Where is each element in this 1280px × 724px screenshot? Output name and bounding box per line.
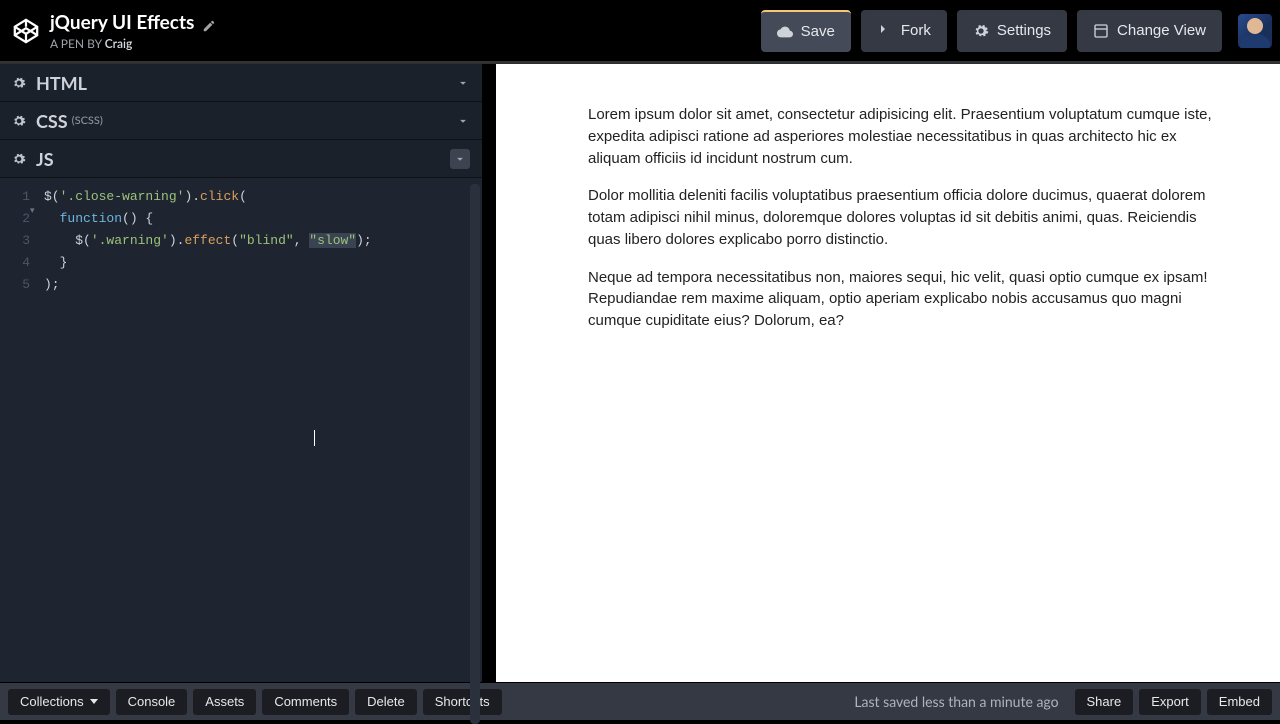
user-avatar[interactable] [1238, 14, 1272, 48]
gear-icon [973, 23, 989, 39]
code-content[interactable]: $('.close-warning').click( ▾function() {… [38, 178, 372, 682]
panel-resizer[interactable] [482, 64, 496, 682]
chevron-down-icon[interactable] [456, 114, 470, 128]
preview-pane[interactable]: Lorem ipsum dolor sit amet, consectetur … [496, 64, 1280, 682]
pen-byline: A PEN BY Craig [50, 36, 216, 51]
editor-scrollbar[interactable] [470, 184, 480, 724]
css-preprocessor-label: (SCSS) [72, 114, 103, 127]
fork-icon [877, 23, 893, 39]
delete-button[interactable]: Delete [355, 689, 417, 715]
dropdown-icon [90, 699, 98, 704]
change-view-button[interactable]: Change View [1077, 10, 1222, 52]
collections-button[interactable]: Collections [8, 689, 110, 715]
pen-title[interactable]: jQuery UI Effects [50, 11, 194, 34]
gear-icon[interactable] [12, 114, 26, 128]
edit-title-icon[interactable] [202, 15, 216, 29]
html-panel-label: HTML [36, 72, 87, 94]
js-editor[interactable]: 1 2 3 4 5 $('.close-warning').click( ▾fu… [0, 178, 482, 682]
layout-icon [1093, 23, 1109, 39]
comments-button[interactable]: Comments [262, 689, 349, 715]
line-gutter: 1 2 3 4 5 [0, 178, 38, 682]
css-panel-label: CSS [36, 110, 68, 132]
export-button[interactable]: Export [1139, 689, 1201, 715]
gear-icon[interactable] [12, 152, 26, 166]
chevron-down-icon[interactable] [456, 76, 470, 90]
fork-button[interactable]: Fork [861, 10, 947, 52]
js-panel-header[interactable]: JS [0, 140, 482, 178]
chevron-down-icon[interactable] [450, 149, 470, 169]
preview-paragraph: Dolor mollitia deleniti facilis voluptat… [588, 185, 1232, 250]
cloud-icon [777, 24, 793, 40]
embed-button[interactable]: Embed [1207, 689, 1272, 715]
settings-button[interactable]: Settings [957, 10, 1067, 52]
js-panel-label: JS [36, 148, 54, 170]
assets-button[interactable]: Assets [193, 689, 256, 715]
shortcuts-button[interactable]: Shortcuts [423, 689, 502, 715]
preview-paragraph: Lorem ipsum dolor sit amet, consectetur … [588, 104, 1232, 169]
html-panel-header[interactable]: HTML [0, 64, 482, 102]
save-button[interactable]: Save [761, 10, 851, 52]
css-panel-header[interactable]: CSS (SCSS) [0, 102, 482, 140]
preview-paragraph: Neque ad tempora necessitatibus non, mai… [588, 267, 1232, 332]
codepen-logo-icon[interactable] [12, 17, 40, 45]
share-button[interactable]: Share [1075, 689, 1134, 715]
save-status: Last saved less than a minute ago [854, 693, 1058, 710]
console-button[interactable]: Console [116, 689, 188, 715]
author-link[interactable]: Craig [105, 36, 133, 51]
gear-icon[interactable] [12, 76, 26, 90]
